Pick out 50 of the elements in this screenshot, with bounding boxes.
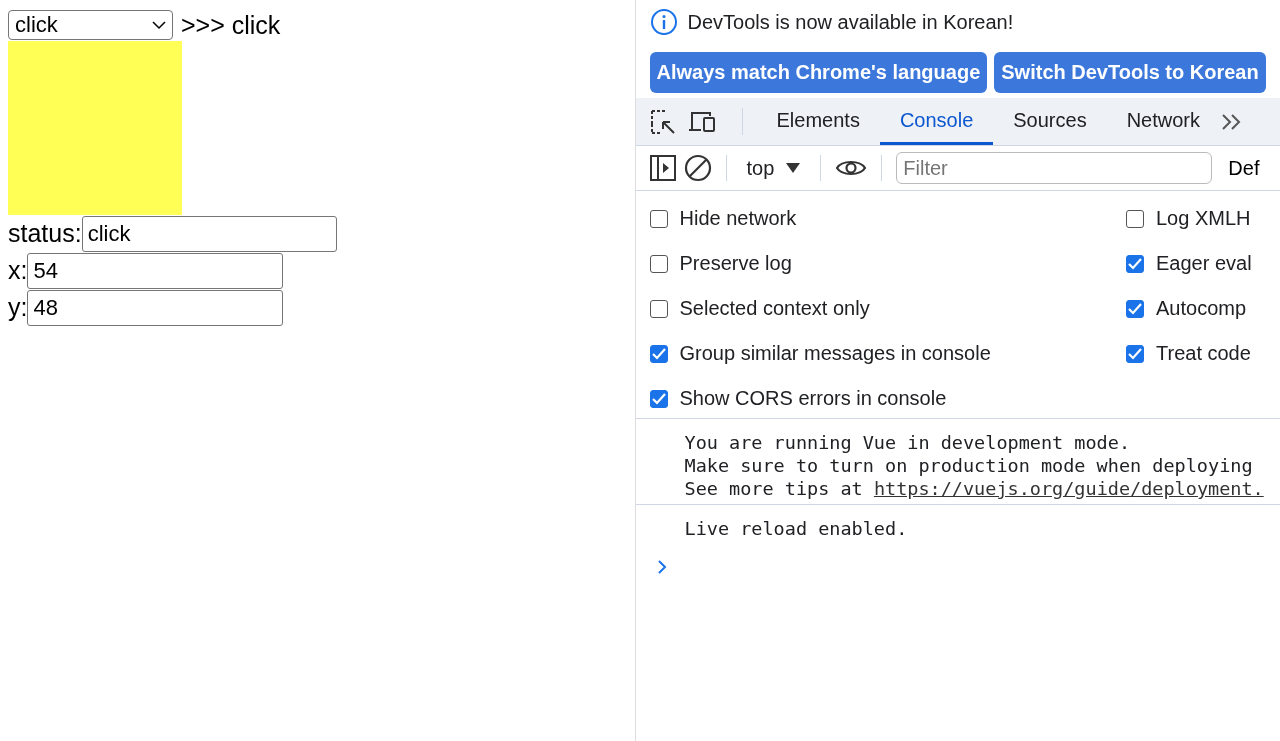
device-toolbar-icon[interactable] (687, 109, 716, 134)
setting-label: Treat code (1156, 342, 1251, 365)
checkbox[interactable] (649, 209, 668, 228)
panel-tab[interactable]: Network (1106, 98, 1220, 145)
field-label: y: (8, 293, 28, 322)
checkbox[interactable] (1126, 344, 1144, 363)
setting-label: Log XMLH (1156, 207, 1251, 230)
sidebar-toggle-icon[interactable] (649, 155, 676, 181)
filter-field[interactable]: Filter (896, 152, 1213, 184)
input-field[interactable]: 54 (27, 252, 284, 289)
console-message: See more tips at (684, 478, 864, 499)
language-button[interactable]: Always match Chrome's language (649, 52, 988, 93)
checkbox[interactable] (649, 389, 668, 408)
info-icon (649, 8, 678, 36)
dropdown[interactable]: click (8, 10, 173, 40)
link[interactable]: https://vuejs.org/guide/deployment. (873, 478, 1264, 499)
setting-label: Selected context only (679, 297, 870, 320)
setting-label: Preserve log (679, 252, 792, 275)
context-dropdown[interactable]: top (740, 155, 807, 181)
setting-label: Autocomp (1156, 297, 1247, 320)
checkbox[interactable] (649, 254, 668, 273)
console-message: Make sure to turn on production mode when deploying (684, 454, 1254, 477)
inspect-element-icon[interactable] (649, 108, 676, 135)
language-button[interactable]: Switch DevTools to Korean (994, 52, 1266, 93)
clear-console-icon[interactable] (683, 154, 712, 182)
field-label: x: (8, 256, 28, 285)
checkbox[interactable] (1126, 254, 1144, 273)
panel-tab[interactable]: Console (879, 98, 994, 145)
eye-icon[interactable] (835, 158, 868, 178)
setting-label: Hide network (679, 207, 797, 230)
checkbox[interactable] (649, 299, 668, 318)
prompt-chevron-icon[interactable] (656, 560, 667, 574)
console-message: You are running Vue in development mode. (684, 431, 1132, 454)
panel-tab[interactable]: Sources (993, 98, 1107, 145)
chevron-down-icon (152, 20, 166, 30)
input-field[interactable]: 48 (27, 289, 284, 326)
notification-message: DevTools is now available in Korean! (687, 10, 1014, 34)
field-label: status: (8, 219, 82, 248)
checkbox[interactable] (1126, 299, 1144, 318)
panel-tab[interactable]: Elements (756, 98, 880, 145)
checkbox[interactable] (1126, 209, 1144, 228)
setting-label: Eager eval (1156, 252, 1252, 275)
console-message: Live reload enabled. (684, 517, 909, 540)
setting-label: Show CORS errors in console (679, 387, 947, 410)
checkbox[interactable] (649, 344, 668, 363)
setting-label: Group similar messages in console (679, 342, 991, 365)
caret-icon (786, 163, 801, 173)
log-levels-dropdown[interactable]: Def (1228, 156, 1260, 180)
output-text: >>> click (181, 10, 281, 40)
input-field[interactable]: click (81, 215, 337, 252)
